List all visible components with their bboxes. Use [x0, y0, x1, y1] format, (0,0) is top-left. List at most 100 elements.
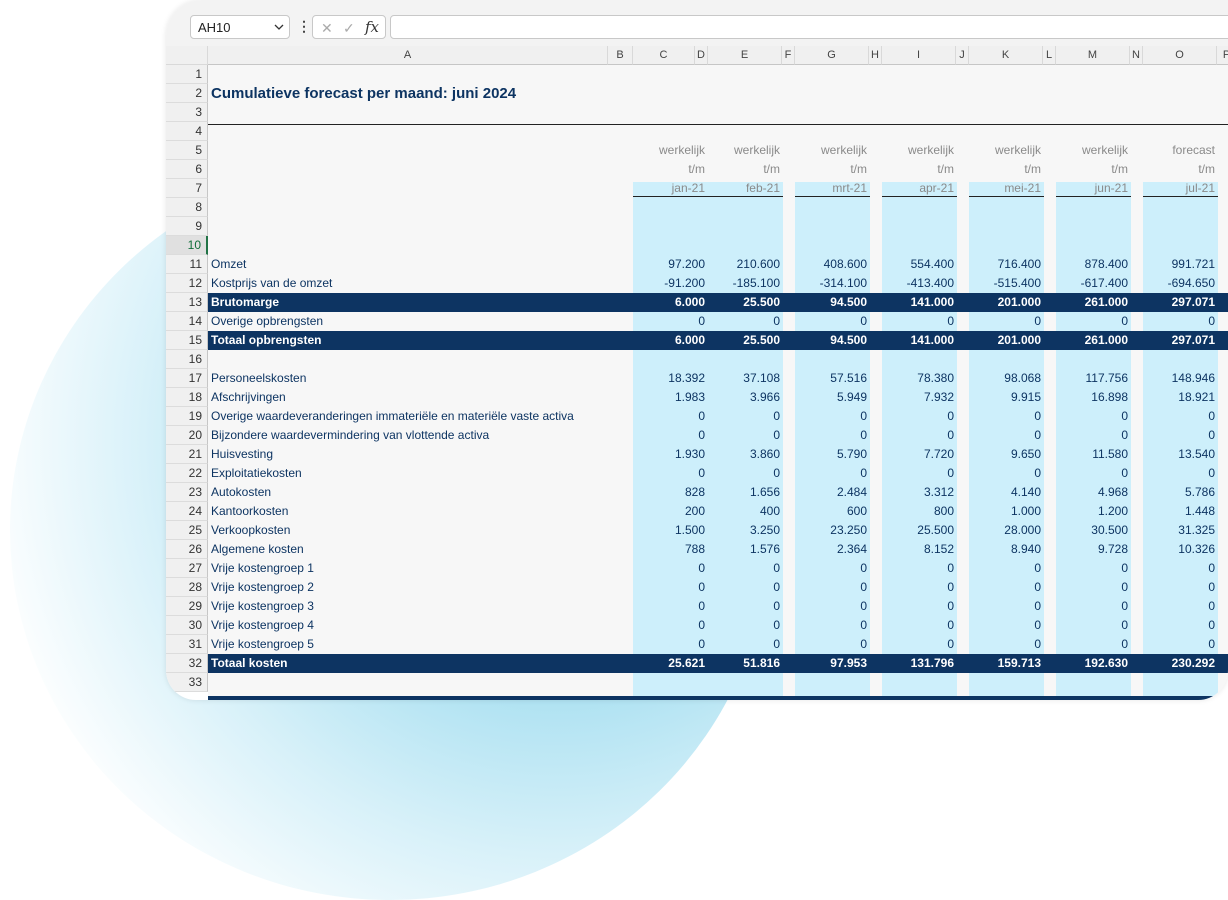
cell-value[interactable]: 991.721 [1143, 255, 1218, 274]
cell-value[interactable]: 0 [969, 597, 1044, 616]
row-label[interactable]: Kostprijs van de omzet [211, 274, 332, 293]
cell-value[interactable]: 1.930 [633, 445, 708, 464]
row-label[interactable]: Algemene kosten [211, 540, 304, 559]
cell-value[interactable]: 3.860 [708, 445, 783, 464]
cell-value[interactable]: 1.500 [633, 521, 708, 540]
cell-value[interactable]: -617.400 [1056, 274, 1131, 293]
row-header-21[interactable]: 21 [166, 445, 208, 464]
cell-value[interactable]: 141.000 [882, 331, 957, 350]
cell-value[interactable]: 117.756 [1056, 369, 1131, 388]
row-header-13[interactable]: 13 [166, 293, 208, 312]
cell-value[interactable]: 18.392 [633, 369, 708, 388]
cell-value[interactable]: 57.516 [795, 369, 870, 388]
row-label[interactable]: Brutomarge [211, 293, 279, 312]
cell-value[interactable]: 0 [1143, 426, 1218, 445]
cell-value[interactable]: 5.949 [795, 388, 870, 407]
cell-value[interactable]: -314.100 [795, 274, 870, 293]
column-header-g[interactable]: G [795, 46, 869, 65]
cell-value[interactable]: 201.000 [969, 331, 1044, 350]
cell-value[interactable]: 25.500 [708, 293, 783, 312]
cell-value[interactable]: 51.816 [708, 654, 783, 673]
row-label[interactable]: Vrije kostengroep 2 [211, 578, 314, 597]
cell-value[interactable]: 600 [795, 502, 870, 521]
row-header-33[interactable]: 33 [166, 673, 208, 692]
formula-input[interactable] [390, 15, 1228, 39]
cell-value[interactable]: 2.484 [795, 483, 870, 502]
row-label[interactable]: Bijzondere waardevermindering van vlotte… [211, 426, 489, 445]
cell-value[interactable]: 0 [633, 312, 708, 331]
cell-value[interactable]: 30.500 [1056, 521, 1131, 540]
cell-value[interactable]: -515.400 [969, 274, 1044, 293]
cell-value[interactable]: 11.580 [1056, 445, 1131, 464]
column-header-e[interactable]: E [708, 46, 782, 65]
cell-value[interactable]: 788 [633, 540, 708, 559]
cell-value[interactable]: 6.000 [633, 331, 708, 350]
cell-value[interactable]: 0 [795, 616, 870, 635]
column-header-m[interactable]: M [1056, 46, 1130, 65]
cell-value[interactable]: 0 [708, 635, 783, 654]
row-header-10[interactable]: 10 [166, 236, 208, 255]
cell-value[interactable]: 98.068 [969, 369, 1044, 388]
cell-value[interactable]: 297.071 [1143, 293, 1218, 312]
row-label[interactable]: Overige waardeveranderingen immateriële … [211, 407, 574, 426]
row-header-5[interactable]: 5 [166, 141, 208, 160]
cell-value[interactable]: 9.915 [969, 388, 1044, 407]
cell-value[interactable]: 2.364 [795, 540, 870, 559]
row-header-7[interactable]: 7 [166, 179, 208, 198]
row-header-30[interactable]: 30 [166, 616, 208, 635]
row-header-14[interactable]: 14 [166, 312, 208, 331]
sheet-cells[interactable]: Cumulatieve forecast per maand: juni 202… [208, 65, 1228, 700]
cell-value[interactable]: 297.071 [1143, 331, 1218, 350]
cell-value[interactable]: 94.500 [795, 293, 870, 312]
column-header-d[interactable]: D [695, 46, 708, 65]
row-header-22[interactable]: 22 [166, 464, 208, 483]
cell-value[interactable]: 13.540 [1143, 445, 1218, 464]
cell-value[interactable]: 1.656 [708, 483, 783, 502]
cell-value[interactable]: 9.650 [969, 445, 1044, 464]
cell-value[interactable]: 716.400 [969, 255, 1044, 274]
cell-value[interactable]: 230.292 [1143, 654, 1218, 673]
column-header-j[interactable]: J [956, 46, 969, 65]
column-header-o[interactable]: O [1143, 46, 1217, 65]
cell-value[interactable]: 18.921 [1143, 388, 1218, 407]
cell-value[interactable]: 0 [633, 635, 708, 654]
cell-value[interactable]: 0 [882, 597, 957, 616]
cell-value[interactable]: 0 [1143, 578, 1218, 597]
cell-value[interactable]: 148.946 [1143, 369, 1218, 388]
cell-value[interactable]: 261.000 [1056, 331, 1131, 350]
row-label[interactable]: Autokosten [211, 483, 271, 502]
row-header-12[interactable]: 12 [166, 274, 208, 293]
cell-value[interactable]: 0 [969, 559, 1044, 578]
row-label[interactable]: Kantoorkosten [211, 502, 288, 521]
row-label[interactable]: Verkoopkosten [211, 521, 290, 540]
cell-value[interactable]: 192.630 [1056, 654, 1131, 673]
column-header-a[interactable]: A [208, 46, 608, 65]
column-header-f[interactable]: F [782, 46, 795, 65]
cell-value[interactable]: -185.100 [708, 274, 783, 293]
cell-value[interactable]: 0 [795, 578, 870, 597]
cell-value[interactable]: 131.796 [882, 654, 957, 673]
row-header-20[interactable]: 20 [166, 426, 208, 445]
column-header-l[interactable]: L [1043, 46, 1056, 65]
cell-value[interactable]: 0 [969, 578, 1044, 597]
cell-value[interactable]: 25.500 [882, 521, 957, 540]
column-header-c[interactable]: C [633, 46, 695, 65]
cell-value[interactable]: 0 [633, 426, 708, 445]
cell-value[interactable]: 23.250 [795, 521, 870, 540]
cell-value[interactable]: 3.312 [882, 483, 957, 502]
cell-value[interactable]: 1.200 [1056, 502, 1131, 521]
cell-value[interactable]: 7.720 [882, 445, 957, 464]
cell-value[interactable]: 10.326 [1143, 540, 1218, 559]
cell-value[interactable]: 3.966 [708, 388, 783, 407]
cell-value[interactable]: 16.898 [1056, 388, 1131, 407]
row-header-26[interactable]: 26 [166, 540, 208, 559]
row-header-18[interactable]: 18 [166, 388, 208, 407]
cell-value[interactable]: 0 [882, 312, 957, 331]
cell-value[interactable]: 0 [633, 464, 708, 483]
cell-value[interactable]: 0 [795, 426, 870, 445]
cell-value[interactable]: 97.200 [633, 255, 708, 274]
row-header-6[interactable]: 6 [166, 160, 208, 179]
row-header-19[interactable]: 19 [166, 407, 208, 426]
row-header-28[interactable]: 28 [166, 578, 208, 597]
cell-value[interactable]: 0 [1056, 312, 1131, 331]
